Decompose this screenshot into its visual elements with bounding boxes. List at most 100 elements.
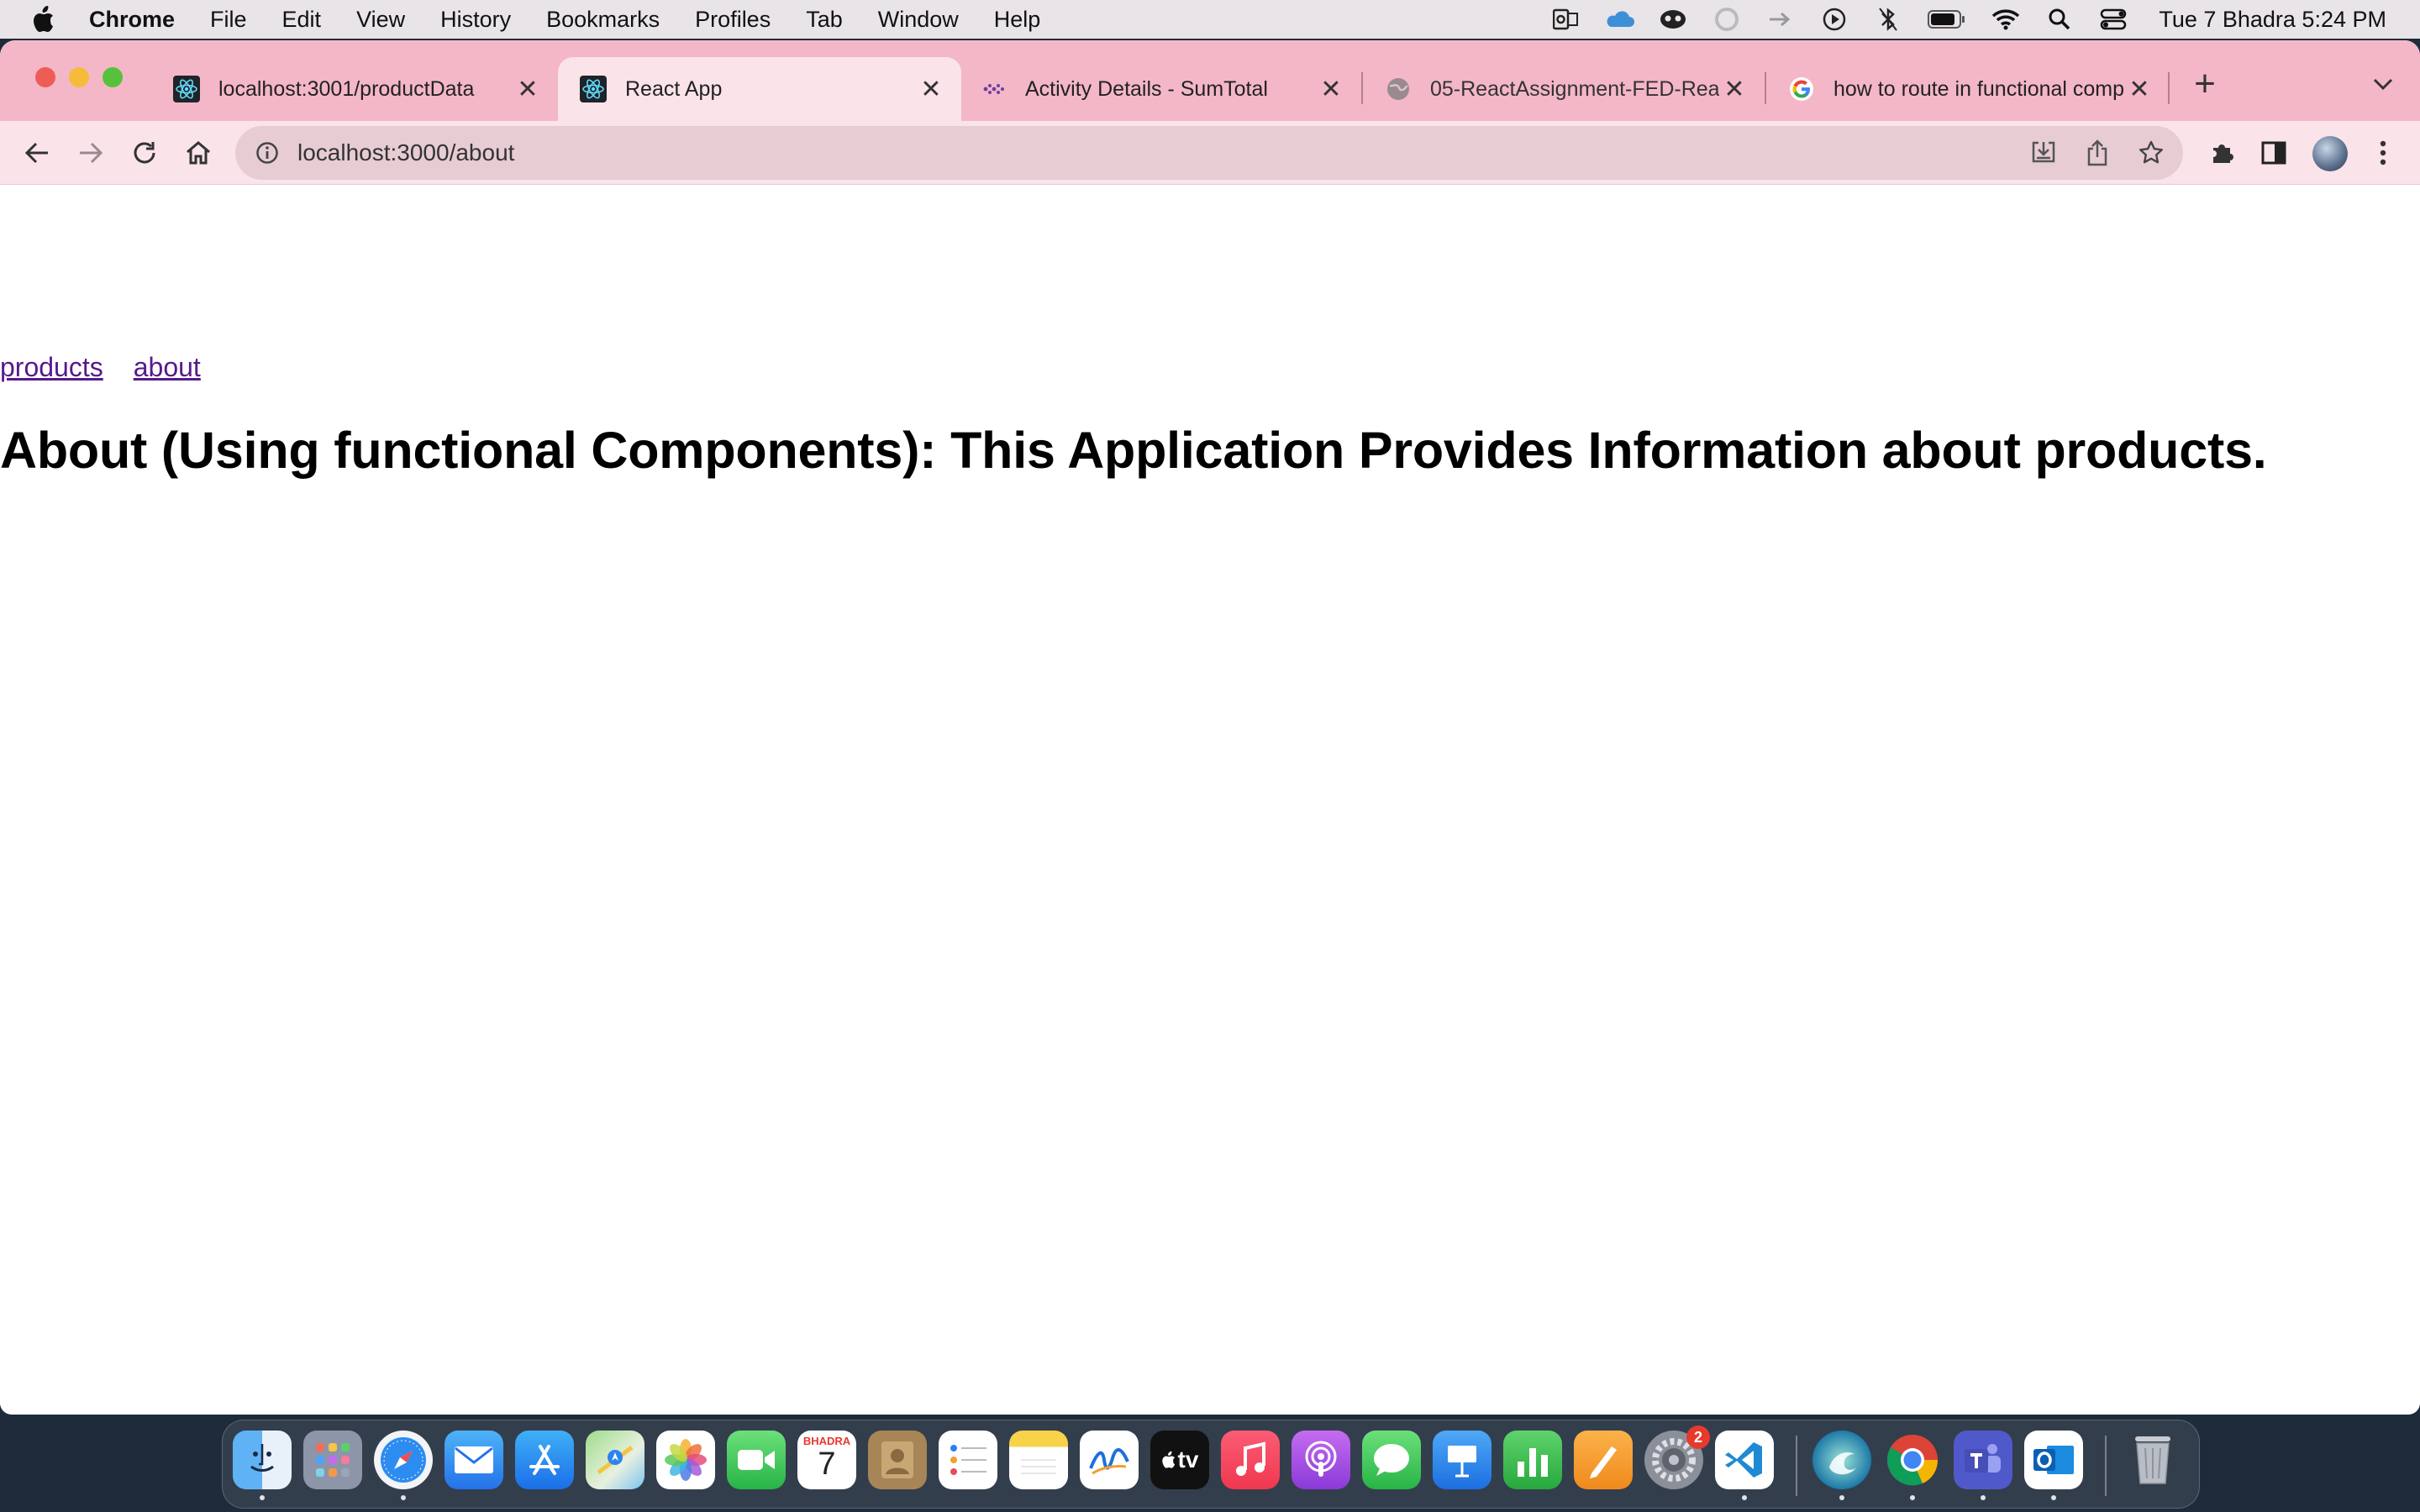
- menubar-clock[interactable]: Tue 7 Bhadra 5:24 PM: [2159, 7, 2386, 33]
- finder-icon[interactable]: [233, 1431, 292, 1489]
- tab-strip: localhost:3001/productData ✕ React App ✕…: [0, 40, 2420, 121]
- side-panel-icon[interactable]: [2254, 133, 2294, 173]
- dock-separator: [2105, 1436, 2107, 1496]
- home-button[interactable]: [178, 133, 218, 173]
- forward-button[interactable]: [71, 133, 111, 173]
- apple-tv-label: tv: [1177, 1446, 1199, 1473]
- outlook-menubar-icon[interactable]: [1550, 7, 1581, 32]
- tab-close-icon[interactable]: ✕: [513, 74, 543, 104]
- maps-icon[interactable]: [586, 1431, 644, 1489]
- bluetooth-icon[interactable]: [1873, 7, 1903, 32]
- app-store-icon[interactable]: [515, 1431, 574, 1489]
- reminders-icon[interactable]: [939, 1431, 997, 1489]
- circle-status-icon[interactable]: [1712, 7, 1742, 32]
- messages-icon[interactable]: [1362, 1431, 1421, 1489]
- tab-separator: [2168, 72, 2170, 104]
- onedrive-icon[interactable]: [1604, 7, 1635, 32]
- arrow-status-icon[interactable]: [1765, 7, 1796, 32]
- address-bar[interactable]: localhost:3000/about: [235, 126, 2183, 180]
- tab-title: Activity Details - SumTotal: [1025, 76, 1268, 101]
- tab-title: how to route in functional components: [1833, 76, 2124, 101]
- keynote-icon[interactable]: [1433, 1431, 1491, 1489]
- tab-search-chevron-icon[interactable]: [2366, 69, 2400, 99]
- apple-tv-icon[interactable]: tv: [1150, 1431, 1209, 1489]
- system-settings-icon[interactable]: 2: [1644, 1425, 1710, 1489]
- spotlight-search-icon[interactable]: [2044, 7, 2075, 32]
- menu-file[interactable]: File: [210, 7, 247, 33]
- tab-google-search[interactable]: how to route in functional components ✕: [1766, 57, 2170, 121]
- tab-close-icon[interactable]: ✕: [916, 74, 946, 104]
- menu-edit[interactable]: Edit: [282, 7, 322, 33]
- apple-menu-icon[interactable]: [0, 6, 87, 33]
- chrome-icon[interactable]: [1883, 1431, 1942, 1489]
- share-icon[interactable]: [2081, 136, 2114, 170]
- window-zoom-button[interactable]: [103, 67, 123, 87]
- tab-close-icon[interactable]: ✕: [1316, 74, 1346, 104]
- vpn-mask-icon[interactable]: [1658, 7, 1688, 32]
- podcasts-icon[interactable]: [1292, 1431, 1350, 1489]
- notification-badge: 2: [1686, 1425, 1710, 1449]
- safari-icon[interactable]: [374, 1431, 433, 1489]
- tab-activity-details[interactable]: Activity Details - SumTotal ✕: [961, 57, 1361, 121]
- menu-profiles[interactable]: Profiles: [695, 7, 771, 33]
- outlook-icon[interactable]: [2024, 1431, 2083, 1489]
- menu-help[interactable]: Help: [994, 7, 1041, 33]
- tab-product-data[interactable]: localhost:3001/productData ✕: [151, 57, 558, 121]
- vscode-icon[interactable]: [1715, 1431, 1774, 1489]
- profile-avatar[interactable]: [2312, 136, 2348, 171]
- mail-icon[interactable]: [445, 1431, 503, 1489]
- running-indicator: [260, 1495, 265, 1500]
- pages-icon[interactable]: [1574, 1431, 1633, 1489]
- nav-link-products[interactable]: products: [0, 352, 103, 382]
- freeform-icon[interactable]: [1080, 1431, 1139, 1489]
- running-indicator: [1910, 1495, 1915, 1500]
- chrome-menu-icon[interactable]: [2363, 133, 2403, 173]
- tab-react-app[interactable]: React App ✕: [558, 57, 961, 121]
- menu-window[interactable]: Window: [878, 7, 959, 33]
- back-button[interactable]: [17, 133, 57, 173]
- calendar-day: 7: [818, 1446, 836, 1482]
- running-indicator: [1981, 1495, 1986, 1500]
- tab-close-icon[interactable]: ✕: [1719, 74, 1749, 104]
- music-icon[interactable]: [1221, 1431, 1280, 1489]
- facetime-icon[interactable]: [727, 1431, 786, 1489]
- install-app-icon[interactable]: [2027, 136, 2060, 170]
- calendar-icon[interactable]: BHADRA 7: [797, 1431, 856, 1489]
- teams-icon[interactable]: [1954, 1431, 2012, 1489]
- browser-app-icon[interactable]: [1812, 1431, 1871, 1489]
- notes-icon[interactable]: [1009, 1431, 1068, 1489]
- wifi-icon[interactable]: [1991, 7, 2021, 32]
- menu-view[interactable]: View: [356, 7, 405, 33]
- tab-close-icon[interactable]: ✕: [2124, 74, 2154, 104]
- window-close-button[interactable]: [35, 67, 55, 87]
- new-tab-button[interactable]: +: [2186, 63, 2223, 104]
- menu-tab[interactable]: Tab: [806, 7, 843, 33]
- battery-icon: [1927, 7, 1967, 32]
- photos-icon[interactable]: [656, 1431, 715, 1489]
- nav-link-about[interactable]: about: [134, 352, 201, 382]
- tab-title: 05-ReactAssignment-FED-React: [1430, 76, 1719, 101]
- menu-bookmarks[interactable]: Bookmarks: [546, 7, 660, 33]
- running-indicator: [1839, 1495, 1844, 1500]
- google-icon: [1788, 76, 1815, 102]
- page-content: products about About (Using functional Co…: [0, 186, 2420, 1415]
- contacts-icon[interactable]: [868, 1431, 927, 1489]
- site-info-icon[interactable]: [252, 138, 282, 168]
- running-indicator: [1742, 1495, 1747, 1500]
- menu-history[interactable]: History: [440, 7, 511, 33]
- tab-title: localhost:3001/productData: [218, 76, 475, 101]
- window-minimize-button[interactable]: [69, 67, 89, 87]
- trash-icon[interactable]: [2123, 1431, 2182, 1489]
- play-icon[interactable]: [1819, 7, 1849, 32]
- control-center-icon[interactable]: [2098, 7, 2128, 32]
- bookmark-star-icon[interactable]: [2134, 136, 2168, 170]
- macos-dock: BHADRA 7 tv 2: [222, 1420, 2200, 1509]
- reload-button[interactable]: [124, 133, 165, 173]
- tab-react-assignment[interactable]: 05-ReactAssignment-FED-React ✕: [1363, 57, 1765, 121]
- address-bar-url[interactable]: localhost:3000/about: [297, 139, 514, 166]
- extensions-puzzle-icon[interactable]: [2202, 133, 2242, 173]
- menu-app-name[interactable]: Chrome: [89, 7, 175, 33]
- launchpad-icon[interactable]: [303, 1431, 362, 1489]
- calendar-month: BHADRA: [802, 1435, 851, 1447]
- numbers-icon[interactable]: [1503, 1431, 1562, 1489]
